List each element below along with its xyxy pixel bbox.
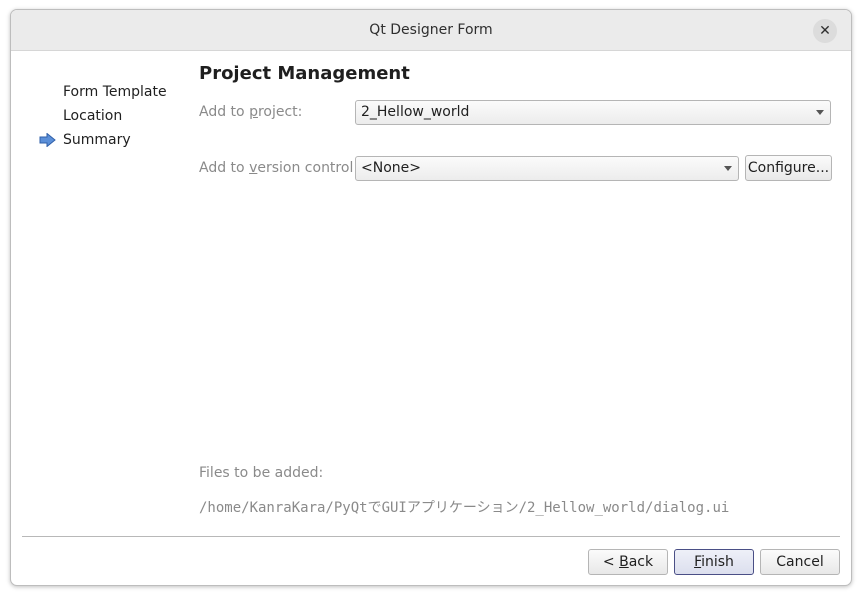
add-to-project-label: Add to project: <box>199 104 303 120</box>
close-button[interactable]: ✕ <box>813 19 837 43</box>
title-bar[interactable]: Qt Designer Form ✕ <box>11 10 851 51</box>
window-title: Qt Designer Form <box>369 22 493 38</box>
step-label: Summary <box>63 132 131 148</box>
step-location: Location <box>39 104 167 128</box>
project-combobox[interactable]: 2_Hellow_world <box>355 100 831 125</box>
version-control-combobox-value: <None> <box>361 160 421 176</box>
files-path: /home/KanraKara/PyQtでGUIアプリケーション/2_Hello… <box>199 500 730 516</box>
add-to-version-control-label: Add to version control: <box>199 160 359 176</box>
chevron-down-icon <box>724 166 732 171</box>
wizard-steps: Form Template Location Summary <box>39 80 167 152</box>
step-summary: Summary <box>39 128 167 152</box>
files-to-be-added-label: Files to be added: <box>199 465 324 481</box>
current-step-arrow-icon <box>39 133 56 147</box>
chevron-down-icon <box>816 110 824 115</box>
page-title: Project Management <box>199 63 410 84</box>
step-label: Location <box>63 108 123 124</box>
qt-designer-form-dialog: Qt Designer Form ✕ Form Template Locatio… <box>10 9 852 586</box>
close-icon: ✕ <box>819 23 831 39</box>
step-label: Form Template <box>63 84 167 100</box>
project-combobox-value: 2_Hellow_world <box>361 104 470 120</box>
step-form-template: Form Template <box>39 80 167 104</box>
version-control-combobox[interactable]: <None> <box>355 156 739 181</box>
back-button[interactable]: < Back <box>588 549 668 575</box>
footer-separator <box>22 536 840 537</box>
configure-button[interactable]: Configure... <box>745 155 832 181</box>
finish-button[interactable]: Finish <box>674 549 754 575</box>
cancel-button[interactable]: Cancel <box>760 549 840 575</box>
